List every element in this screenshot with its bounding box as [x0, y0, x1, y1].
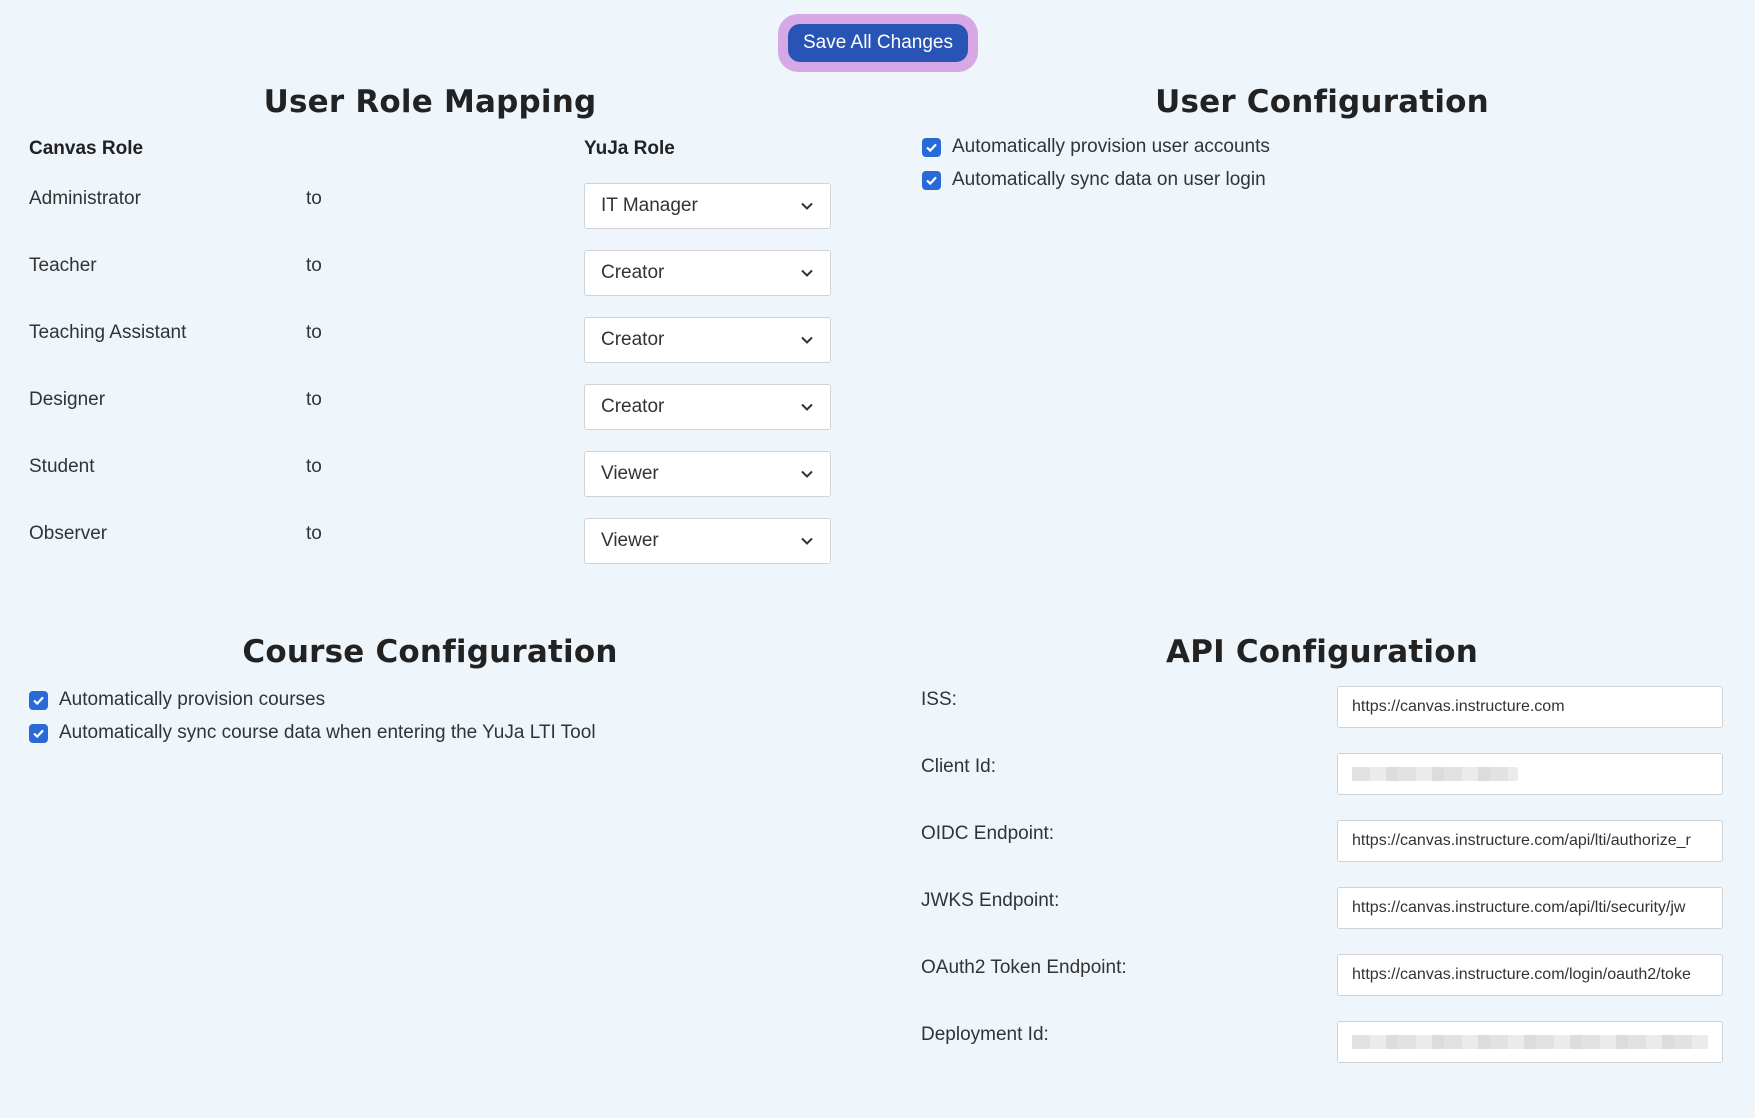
yuja-role-select-observer[interactable]: Viewer	[584, 518, 831, 564]
api-configuration-title: API Configuration	[1166, 634, 1478, 670]
yuja-role-select-teaching-assistant[interactable]: Creator	[584, 317, 831, 363]
yuja-role-select-teacher[interactable]: Creator	[584, 250, 831, 296]
provision-user-accounts-checkbox[interactable]: Automatically provision user accounts	[922, 136, 1270, 158]
canvas-role-administrator: Administrator	[29, 188, 141, 209]
checkbox-label: Automatically provision user accounts	[952, 136, 1270, 157]
checkbox-label: Automatically sync data on user login	[952, 169, 1266, 190]
select-value: Creator	[601, 329, 665, 350]
chevron-down-icon	[801, 202, 813, 210]
oidc-endpoint-input[interactable]	[1337, 820, 1723, 862]
oauth2-token-endpoint-input[interactable]	[1337, 954, 1723, 996]
iss-label: ISS:	[921, 689, 957, 710]
canvas-role-teacher: Teacher	[29, 255, 97, 276]
to-label: to	[306, 389, 322, 410]
to-label: to	[306, 456, 322, 477]
redacted-value	[1352, 767, 1518, 781]
select-value: Viewer	[601, 530, 659, 551]
to-label: to	[306, 255, 322, 276]
deployment-id-input[interactable]	[1337, 1021, 1723, 1063]
jwks-endpoint-input[interactable]	[1337, 887, 1723, 929]
save-button-focus-ring: Save All Changes	[778, 14, 978, 72]
deployment-id-label: Deployment Id:	[921, 1024, 1049, 1045]
canvas-role-observer: Observer	[29, 523, 108, 544]
yuja-role-header: YuJa Role	[584, 138, 675, 159]
select-value: Viewer	[601, 463, 659, 484]
select-value: IT Manager	[601, 195, 698, 216]
to-label: to	[306, 523, 322, 544]
client-id-label: Client Id:	[921, 756, 996, 777]
canvas-role-header: Canvas Role	[29, 138, 144, 159]
sync-data-on-login-checkbox[interactable]: Automatically sync data on user login	[922, 169, 1266, 191]
chevron-down-icon	[801, 403, 813, 411]
checkmark-icon	[29, 723, 48, 743]
iss-input[interactable]	[1337, 686, 1723, 728]
chevron-down-icon	[801, 336, 813, 344]
chevron-down-icon	[801, 537, 813, 545]
yuja-role-select-administrator[interactable]: IT Manager	[584, 183, 831, 229]
sync-course-data-checkbox[interactable]: Automatically sync course data when ente…	[29, 722, 596, 744]
chevron-down-icon	[801, 470, 813, 478]
user-configuration-title: User Configuration	[1155, 84, 1489, 120]
yuja-role-select-designer[interactable]: Creator	[584, 384, 831, 430]
checkmark-icon	[922, 170, 941, 190]
checkbox-label: Automatically provision courses	[59, 689, 326, 710]
course-configuration-title: Course Configuration	[242, 634, 618, 670]
jwks-endpoint-label: JWKS Endpoint:	[921, 890, 1060, 911]
save-all-changes-button[interactable]: Save All Changes	[788, 24, 968, 62]
checkbox-label: Automatically sync course data when ente…	[59, 722, 596, 743]
oidc-endpoint-label: OIDC Endpoint:	[921, 823, 1055, 844]
client-id-input[interactable]	[1337, 753, 1723, 795]
redacted-value	[1352, 1035, 1708, 1049]
checkmark-icon	[922, 137, 941, 157]
to-label: to	[306, 322, 322, 343]
provision-courses-checkbox[interactable]: Automatically provision courses	[29, 689, 325, 711]
select-value: Creator	[601, 396, 665, 417]
chevron-down-icon	[801, 269, 813, 277]
user-role-mapping-title: User Role Mapping	[263, 84, 597, 120]
to-label: to	[306, 188, 322, 209]
canvas-role-designer: Designer	[29, 389, 106, 410]
select-value: Creator	[601, 262, 665, 283]
canvas-role-teaching-assistant: Teaching Assistant	[29, 322, 187, 343]
checkmark-icon	[29, 690, 48, 710]
oauth2-token-endpoint-label: OAuth2 Token Endpoint:	[921, 957, 1127, 978]
canvas-role-student: Student	[29, 456, 95, 477]
yuja-role-select-student[interactable]: Viewer	[584, 451, 831, 497]
